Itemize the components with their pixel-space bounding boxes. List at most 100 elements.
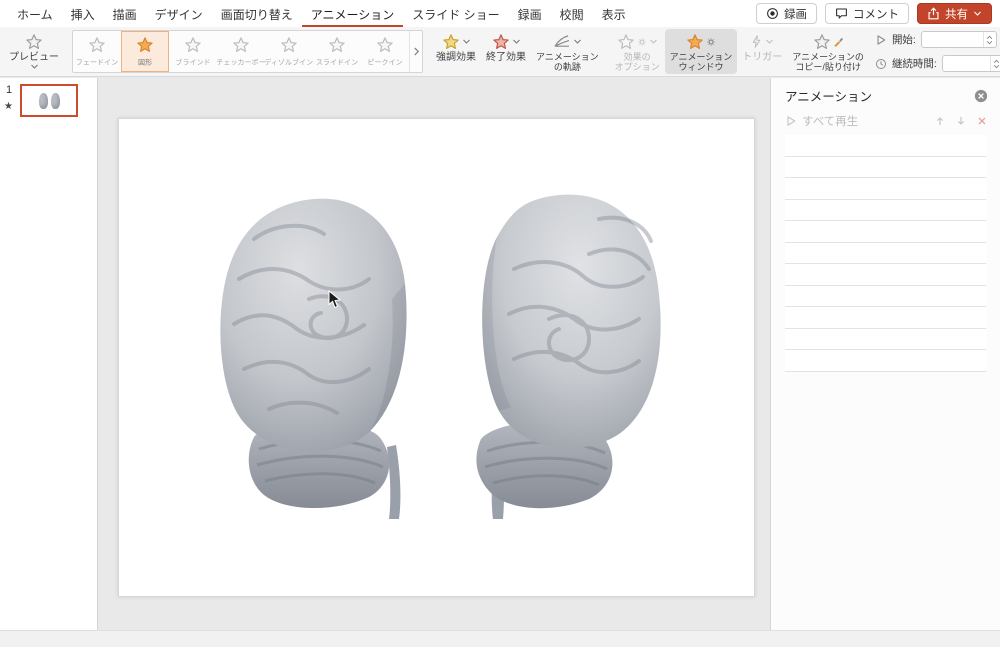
gallery-item-checkerboard[interactable]: チェッカーボー [217, 31, 265, 72]
peek-in-star-icon [376, 36, 394, 54]
chevron-down-icon [512, 38, 521, 45]
emphasis-effect-button[interactable]: 強調効果 [431, 29, 481, 74]
chevron-down-icon [973, 10, 982, 17]
blinds-star-icon [184, 36, 202, 54]
tab-transitions[interactable]: 画面切り替え [212, 0, 302, 27]
motion-paths-label-line1: アニメーション [536, 52, 599, 62]
animation-list-row [785, 221, 986, 243]
animation-list-row [785, 157, 986, 179]
share-icon [927, 7, 940, 20]
gallery-item-peek-in[interactable]: ピークイン [361, 31, 409, 72]
effect-options-label-line1: 効果の [624, 52, 651, 62]
effect-options-label-line2: オプション [615, 62, 660, 72]
tab-review[interactable]: 校閲 [551, 0, 593, 27]
pane-close-button[interactable] [974, 89, 988, 103]
emphasis-star-icon [442, 33, 460, 51]
duration-spinbox[interactable] [942, 55, 1000, 72]
slide-editing-area[interactable] [99, 78, 770, 630]
painter-star-icon [813, 33, 831, 51]
tab-record[interactable]: 録画 [509, 0, 551, 27]
effect-options-button[interactable]: 効果の オプション [610, 29, 665, 74]
painter-label-line2: コピー/貼り付け [795, 62, 861, 72]
chevron-down-icon [765, 38, 774, 45]
animation-pane-title: アニメーション [785, 86, 872, 105]
brush-icon [833, 36, 844, 47]
menu-bar: ホーム 挿入 描画 デザイン 画面切り替え アニメーション スライド ショー 録… [0, 0, 1000, 27]
animation-list-row [785, 350, 986, 372]
fly-in-star-icon [328, 36, 346, 54]
gallery-item-fade-in[interactable]: フェードイン [73, 31, 121, 72]
tab-home[interactable]: ホーム [8, 0, 62, 27]
pane-reorder-tools [934, 115, 988, 127]
motion-paths-icon [552, 34, 571, 49]
spinner-down-icon [986, 40, 993, 45]
exit-label: 終了効果 [486, 52, 526, 63]
tab-slideshow[interactable]: スライド ショー [403, 0, 508, 27]
ribbon-tabs: ホーム 挿入 描画 デザイン 画面切り替え アニメーション スライド ショー 録… [8, 0, 635, 27]
animation-pane-button[interactable]: アニメーション ウィンドウ [665, 29, 738, 74]
slide-canvas[interactable] [118, 118, 755, 597]
animation-pane-toolbar: すべて再生 [771, 108, 1000, 135]
slide-number: 1 [6, 84, 12, 96]
tab-design[interactable]: デザイン [146, 0, 212, 27]
chevron-down-icon [462, 38, 471, 45]
animation-pane-header: アニメーション [771, 78, 1000, 108]
spinner-up-icon [986, 35, 993, 40]
comments-label: コメント [853, 6, 899, 22]
animation-pane-star-icon [686, 33, 704, 51]
start-combobox[interactable] [921, 31, 997, 48]
gallery-scroll-button[interactable] [409, 31, 422, 72]
share-button[interactable]: 共有 [917, 3, 992, 24]
brain-3d-model[interactable] [119, 119, 756, 598]
gallery-item-dissolve-in[interactable]: ディゾルブイン [265, 31, 313, 72]
play-all-button[interactable]: すべて再生 [802, 113, 858, 129]
tab-animations[interactable]: アニメーション [302, 0, 404, 27]
exit-star-icon [492, 33, 510, 51]
move-down-button[interactable] [955, 115, 967, 127]
spinner-up-icon [993, 59, 1000, 64]
exit-effect-button[interactable]: 終了効果 [481, 29, 531, 74]
slide-thumbnail-panel: 1 ★ [0, 78, 98, 630]
tab-draw[interactable]: 描画 [104, 0, 146, 27]
record-button[interactable]: 録画 [756, 3, 817, 24]
gallery-item-shape[interactable]: 図形 [121, 31, 169, 72]
gallery-label: スライドイン [316, 58, 358, 68]
gallery-item-blinds[interactable]: ブラインド [169, 31, 217, 72]
chevron-down-icon [649, 38, 658, 45]
spinner-down-icon [993, 64, 1000, 69]
status-bar [0, 630, 1000, 647]
preview-button[interactable]: プレビュー [4, 29, 64, 74]
clock-icon [875, 58, 887, 70]
animation-list[interactable] [785, 135, 986, 372]
tab-insert[interactable]: 挿入 [62, 0, 104, 27]
start-spinner[interactable] [983, 32, 996, 47]
tab-view[interactable]: 表示 [593, 0, 635, 27]
animation-list-row [785, 135, 986, 157]
animation-pane: アニメーション すべて再生 [770, 78, 1000, 630]
gallery-label: フェードイン [76, 58, 118, 68]
animation-painter-button[interactable]: アニメーションの コピー/貼り付け [787, 29, 869, 74]
animation-gallery: フェードイン 図形 ブラインド チェッカーボー ディゾルブイン スライドイン ピ… [72, 30, 423, 73]
gallery-item-fly-in[interactable]: スライドイン [313, 31, 361, 72]
animation-indicator-star[interactable]: ★ [4, 101, 13, 112]
effect-options-star-icon [617, 33, 635, 51]
animation-list-row [785, 329, 986, 351]
trigger-button[interactable]: トリガー [737, 29, 787, 74]
gear-icon [706, 37, 716, 47]
comments-button[interactable]: コメント [825, 3, 909, 24]
move-up-button[interactable] [934, 115, 946, 127]
chevron-down-icon [30, 63, 39, 70]
chevron-right-icon [413, 46, 420, 57]
animation-pane-label-line1: アニメーション [670, 52, 733, 62]
slide-1-thumbnail[interactable] [20, 84, 78, 117]
thumbnail-brain-left [39, 93, 48, 109]
painter-label-line1: アニメーションの [792, 52, 864, 62]
gear-icon [637, 37, 647, 47]
emphasis-label: 強調効果 [436, 52, 476, 63]
motion-paths-button[interactable]: アニメーション の軌跡 [531, 29, 604, 74]
lightning-icon [750, 35, 763, 48]
record-label: 録画 [784, 6, 807, 22]
duration-spinner[interactable] [990, 56, 1000, 71]
remove-animation-button[interactable] [976, 115, 988, 127]
gallery-label: ピークイン [367, 58, 402, 68]
